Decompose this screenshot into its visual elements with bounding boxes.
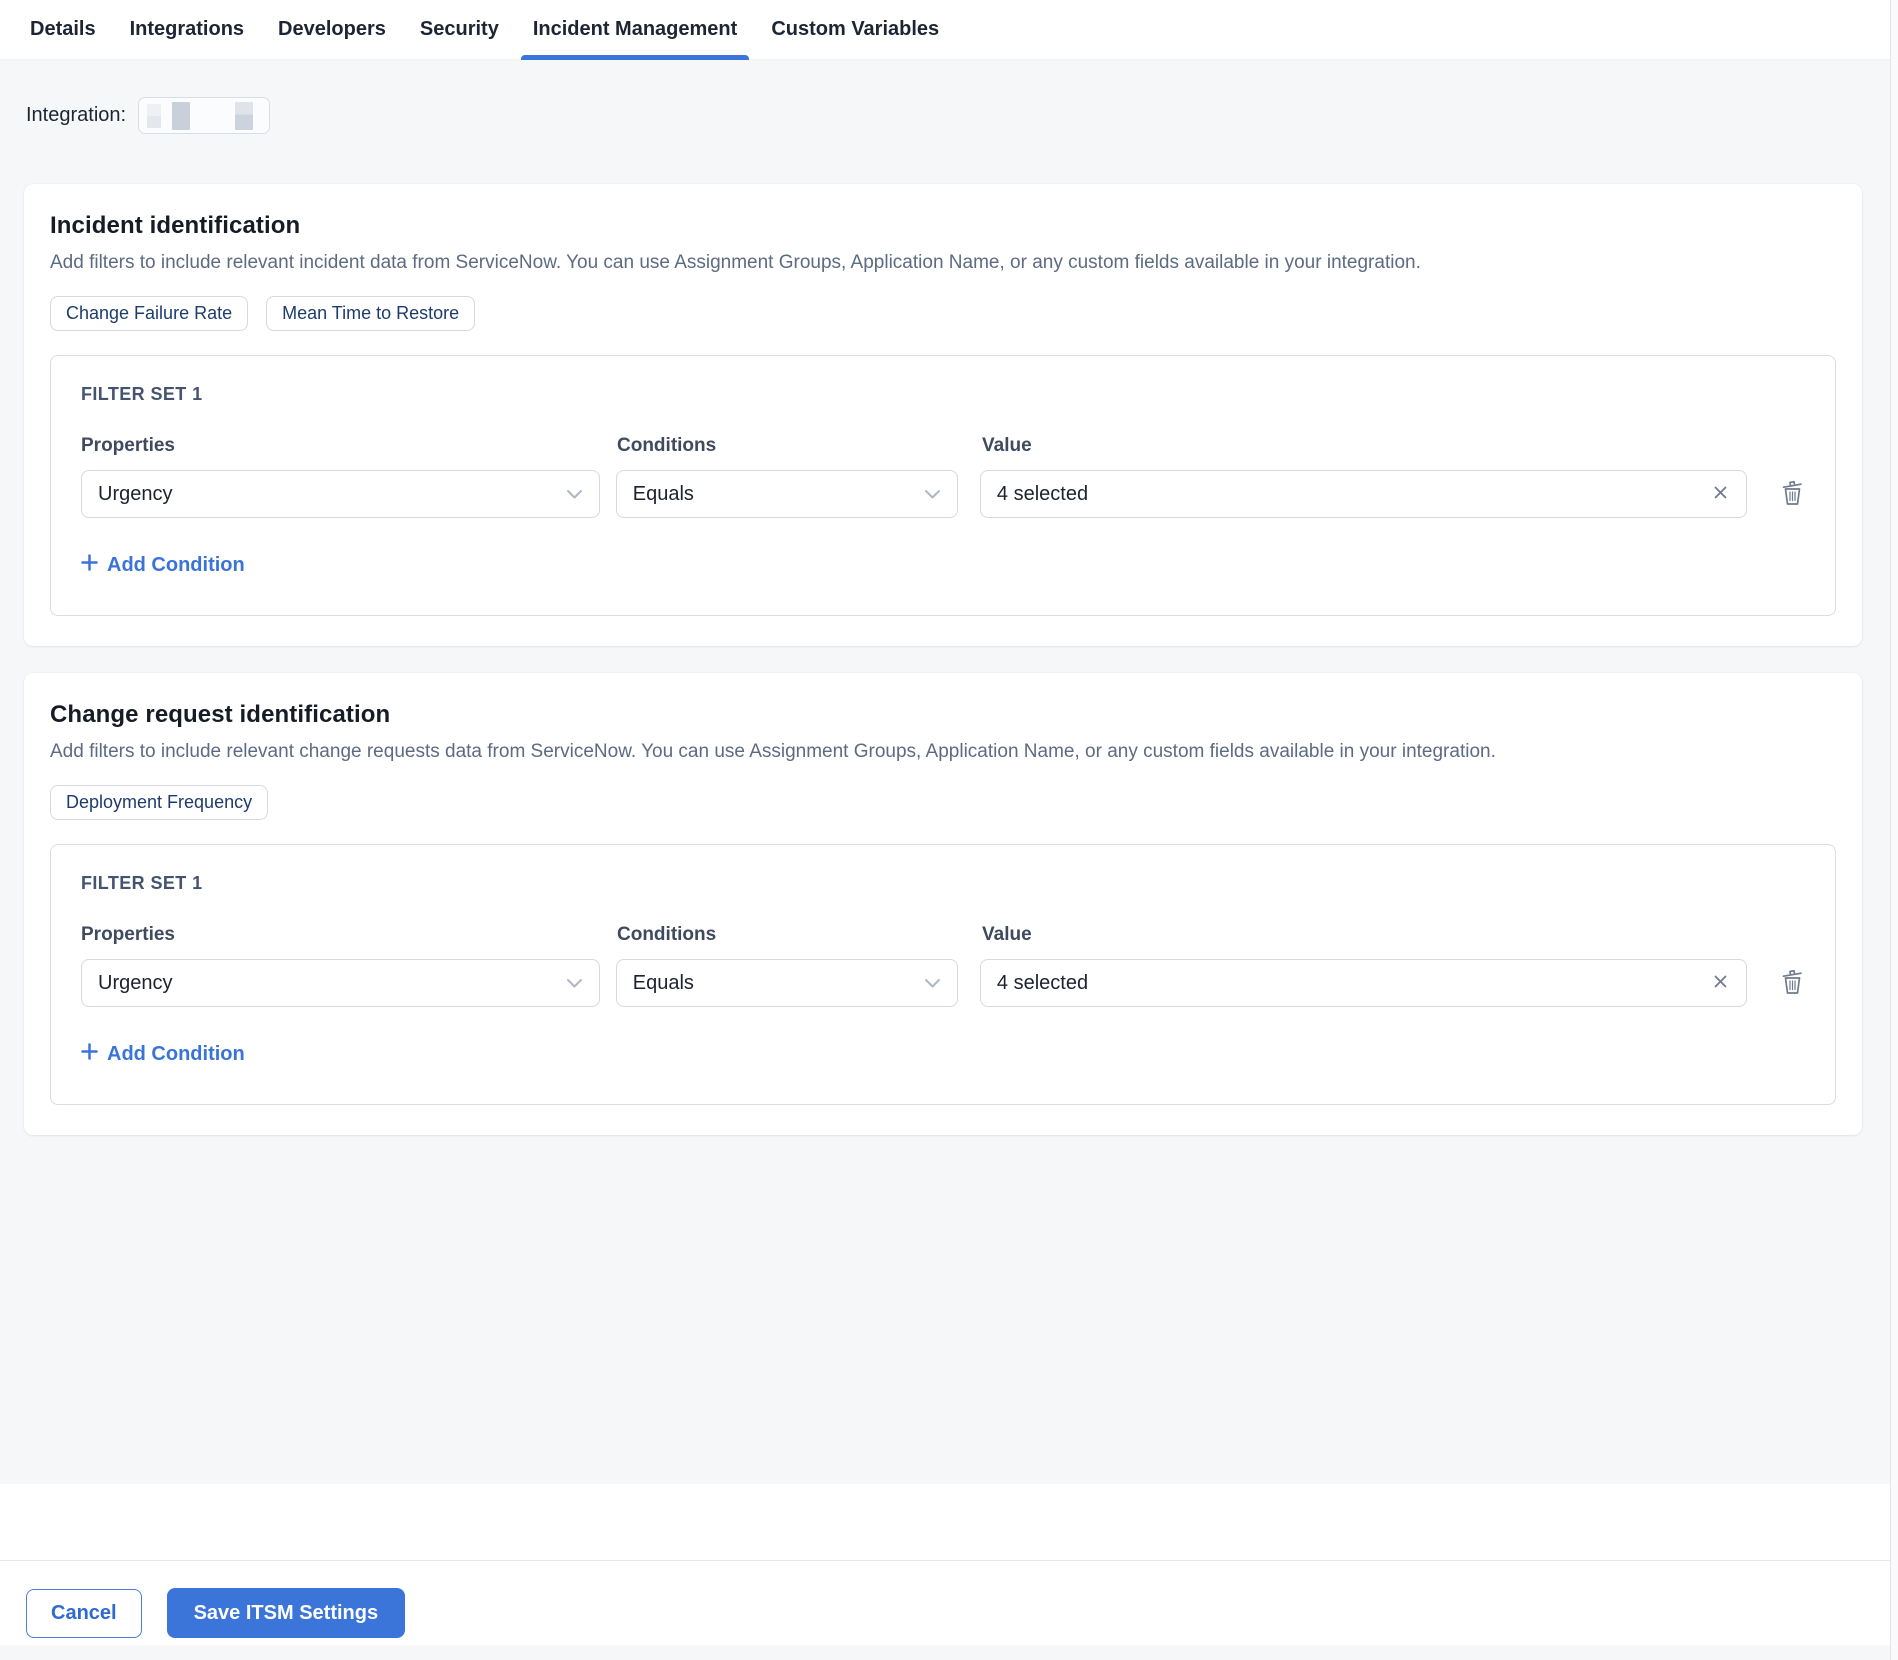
trash-icon <box>1780 968 1805 998</box>
metric-chips: Change Failure Rate Mean Time to Restore <box>50 295 1836 332</box>
filter-condition-row: Urgency Equals 4 selected <box>81 470 1805 519</box>
filter-column-labels: Properties Conditions Value <box>81 435 1805 457</box>
plus-icon <box>81 554 98 577</box>
conditions-select[interactable]: Equals <box>615 959 958 1008</box>
conditions-column-label: Conditions <box>617 435 717 457</box>
itsm-settings-page: Details Integrations Developers Security… <box>0 0 1898 1660</box>
properties-select-value: Urgency <box>98 971 173 994</box>
change-request-identification-card: Change request identification Add filter… <box>24 673 1862 1136</box>
metric-chips: Deployment Frequency <box>50 784 1836 821</box>
filter-condition-row: Urgency Equals 4 selected <box>81 959 1805 1008</box>
conditions-select[interactable]: Equals <box>615 470 958 519</box>
clear-value-button[interactable] <box>1711 483 1730 505</box>
filter-set-title: FILTER SET 1 <box>81 873 203 894</box>
tab-developers[interactable]: Developers <box>266 0 398 60</box>
close-icon <box>1713 485 1728 503</box>
conditions-column-label: Conditions <box>617 924 717 946</box>
chevron-down-icon <box>566 978 583 989</box>
add-condition-label: Add Condition <box>107 1043 245 1066</box>
integration-label: Integration: <box>26 104 127 126</box>
card-title: Change request identification <box>50 701 391 729</box>
plus-icon <box>81 1043 98 1066</box>
chevron-down-icon <box>924 978 941 989</box>
value-selected-count: 4 selected <box>996 482 1089 505</box>
save-itsm-settings-button[interactable]: Save ITSM Settings <box>166 1588 406 1638</box>
properties-select[interactable]: Urgency <box>81 959 600 1008</box>
footer: Cancel Save ITSM Settings <box>0 1484 1898 1660</box>
add-condition-button[interactable]: Add Condition <box>81 554 245 577</box>
scrollbar-track[interactable] <box>1890 0 1898 1660</box>
conditions-select-value: Equals <box>632 971 694 994</box>
delete-condition-button[interactable] <box>1780 968 1805 998</box>
chip-mean-time-to-restore[interactable]: Mean Time to Restore <box>266 295 476 332</box>
chip-deployment-frequency[interactable]: Deployment Frequency <box>50 784 269 821</box>
tab-integrations[interactable]: Integrations <box>118 0 256 60</box>
footer-buttons: Cancel Save ITSM Settings <box>0 1561 1898 1638</box>
value-column-label: Value <box>982 435 1032 457</box>
chevron-down-icon <box>566 489 583 500</box>
chevron-down-icon <box>924 489 941 500</box>
add-condition-label: Add Condition <box>107 554 245 577</box>
properties-select-value: Urgency <box>98 482 173 505</box>
integration-value-badge-redacted <box>138 97 271 134</box>
card-title: Incident identification <box>50 212 301 239</box>
tab-custom-variables[interactable]: Custom Variables <box>759 0 951 60</box>
tab-details[interactable]: Details <box>18 0 108 60</box>
value-multiselect[interactable]: 4 selected <box>979 470 1747 519</box>
redacted-block <box>235 101 254 130</box>
footer-spacer <box>0 1484 1898 1560</box>
filter-set-title: FILTER SET 1 <box>81 384 203 405</box>
tab-incident-management[interactable]: Incident Management <box>520 0 750 60</box>
card-description: Add filters to include relevant incident… <box>50 252 1421 273</box>
delete-condition-button[interactable] <box>1780 479 1805 509</box>
filter-set-1: FILTER SET 1 Properties Conditions Value… <box>50 355 1836 617</box>
chip-change-failure-rate[interactable]: Change Failure Rate <box>50 295 249 332</box>
filter-set-1: FILTER SET 1 Properties Conditions Value… <box>50 844 1836 1106</box>
value-multiselect[interactable]: 4 selected <box>979 959 1747 1008</box>
redacted-block <box>147 103 162 128</box>
card-description: Add filters to include relevant change r… <box>50 741 1496 763</box>
incident-identification-card: Incident identification Add filters to i… <box>24 184 1862 647</box>
redacted-block <box>172 101 191 130</box>
bottom-strip <box>0 1645 1898 1660</box>
trash-icon <box>1780 479 1805 509</box>
close-icon <box>1713 974 1728 992</box>
conditions-select-value: Equals <box>632 482 694 505</box>
tab-security[interactable]: Security <box>408 0 511 60</box>
add-condition-button[interactable]: Add Condition <box>81 1043 245 1066</box>
cancel-button[interactable]: Cancel <box>26 1588 142 1638</box>
integration-row: Integration: <box>26 97 1898 134</box>
settings-tab-bar: Details Integrations Developers Security… <box>0 0 1898 60</box>
value-column-label: Value <box>982 924 1032 946</box>
properties-column-label: Properties <box>81 435 175 457</box>
clear-value-button[interactable] <box>1711 972 1730 994</box>
value-selected-count: 4 selected <box>996 971 1089 994</box>
properties-column-label: Properties <box>81 924 175 946</box>
properties-select[interactable]: Urgency <box>81 470 600 519</box>
filter-column-labels: Properties Conditions Value <box>81 924 1805 946</box>
main-content: Integration: Incident identification Add… <box>0 60 1898 1484</box>
